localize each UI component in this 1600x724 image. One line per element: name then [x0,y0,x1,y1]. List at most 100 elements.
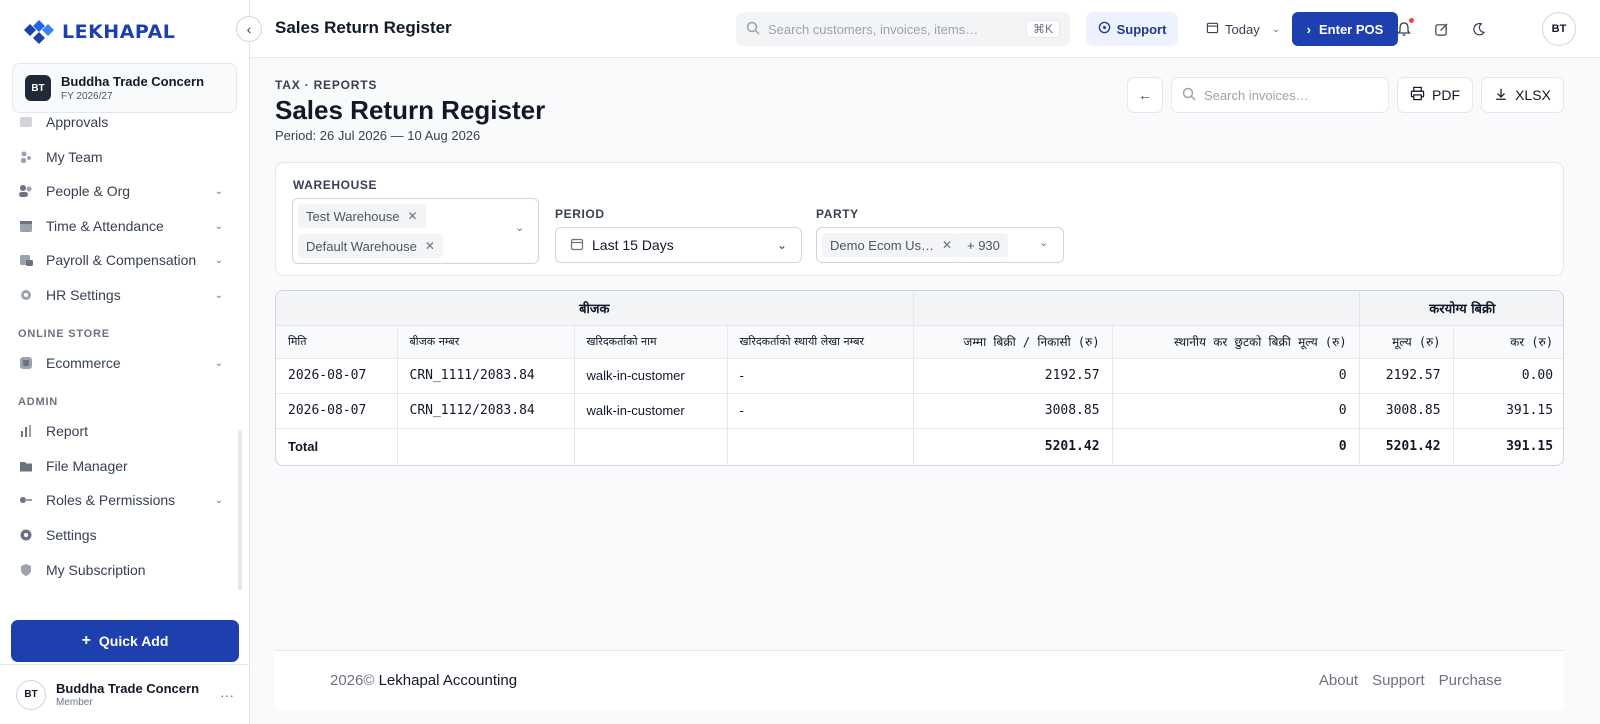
cell-tax: 0.00 [1453,358,1563,394]
user-menu[interactable]: BT Buddha Trade Concern Member ··· [0,664,250,724]
table-row[interactable]: 2026-08-07 CRN_1112/2083.84 walk-in-cust… [276,393,1563,429]
column-header[interactable]: कर (रु) [1453,325,1563,359]
table-row[interactable]: 2026-08-07 CRN_1111/2083.84 walk-in-cust… [276,358,1563,394]
xlsx-button[interactable]: XLSX [1481,77,1564,113]
sidebar-item-label: HR Settings [46,287,121,303]
party-select[interactable]: Demo Ecom Us… ✕ + 930 ⌄ [816,227,1064,263]
cell-pan: - [727,358,914,394]
topbar: Sales Return Register ⌘K Support Today ⌄… [250,0,1600,58]
chip-label: + 930 [967,237,1000,253]
pdf-button[interactable]: PDF [1397,77,1473,113]
close-icon[interactable]: ✕ [942,238,952,252]
sidebar-item-file-manager[interactable]: File Manager [18,450,223,482]
register-table: बीजक करयोग्य बिक्री मिति बीजक नम्बर खरिद… [275,290,1564,466]
footer-link-support[interactable]: Support [1372,672,1425,689]
date-picker-button[interactable]: Today ⌄ [1200,12,1284,46]
today-label: Today [1225,21,1260,37]
close-icon[interactable]: ✕ [407,209,417,223]
column-header[interactable]: मिति [276,325,398,359]
cell-value: 3008.85 [1359,393,1454,429]
copyright-year: 2026© [330,672,375,689]
user-avatar-button[interactable]: BT [1542,12,1576,46]
sidebar-item-ecommerce[interactable]: Ecommerce ⌄ [18,347,223,379]
column-header[interactable]: मूल्य (रु) [1359,325,1454,359]
help-icon [1098,21,1111,37]
sidebar-item-report[interactable]: Report [18,415,223,447]
sidebar-item-approvals[interactable]: Approvals [18,115,223,138]
support-button[interactable]: Support [1086,12,1178,46]
column-header[interactable]: स्थानीय कर छुटको बिक्री मूल्य (रु) [1112,325,1360,359]
cell-invoice-number[interactable]: CRN_1112/2083.84 [397,393,575,429]
gear-icon [18,527,34,543]
people-icon [18,183,34,199]
main-content: TAX · REPORTS Sales Return Register Peri… [250,58,1600,724]
cell-pan: - [727,393,914,429]
org-switcher[interactable]: BT Buddha Trade Concern FY 2026/27 [12,63,237,113]
empty-cell [397,427,575,464]
total-tax: 391.15 [1453,427,1563,464]
avatar: BT [16,679,46,710]
chevron-down-icon: ⌄ [1039,237,1049,249]
quick-add-button[interactable]: + Quick Add [11,620,239,662]
sidebar-item-label: File Manager [46,458,128,474]
global-search[interactable]: ⌘K [736,12,1070,46]
search-icon [1182,87,1196,104]
column-header[interactable]: जम्मा बिक्री / निकासी (रु) [913,325,1113,359]
column-header[interactable]: खरिदकर्ताको नाम [574,325,728,359]
chart-icon [18,423,34,439]
sidebar-item-time-attendance[interactable]: Time & Attendance ⌄ [18,210,223,242]
sidebar-item-my-subscription[interactable]: My Subscription [18,554,223,586]
search-shortcut: ⌘K [1025,20,1060,38]
theme-toggle-button[interactable] [1465,16,1491,42]
footer-link-purchase[interactable]: Purchase [1439,672,1502,689]
enter-pos-button[interactable]: › Enter POS [1292,12,1398,46]
user-role: Member [56,697,93,708]
chevron-down-icon: ⌄ [214,185,223,197]
warehouse-chip: Default Warehouse ✕ [298,234,443,258]
copyright: 2026© Lekhapal Accounting [330,672,517,689]
sidebar-item-roles-permissions[interactable]: Roles & Permissions ⌄ [18,484,223,516]
cell-invoice-number[interactable]: CRN_1111/2083.84 [397,358,575,394]
column-header[interactable]: बीजक नम्बर [397,325,575,359]
invoice-search-input[interactable] [1204,87,1380,103]
sidebar-item-payroll[interactable]: Payroll & Compensation ⌄ [18,244,223,276]
org-fiscal-year: FY 2026/27 [61,91,113,102]
pdf-label: PDF [1432,87,1460,103]
sidebar-item-my-team[interactable]: My Team [18,141,223,173]
sidebar-item-people-org[interactable]: People & Org ⌄ [18,175,223,207]
party-chip: Demo Ecom Us… ✕ [822,233,961,257]
logo[interactable]: LEKHAPAL [22,20,175,44]
chevron-left-icon: ‹ [246,21,252,37]
breadcrumb: TAX · REPORTS [275,78,378,92]
party-more-chip: + 930 [959,233,1008,257]
empty-cell [727,427,914,464]
cell-date: 2026-08-07 [276,358,398,394]
close-icon[interactable]: ✕ [425,239,435,253]
notifications-button[interactable] [1391,16,1417,42]
sidebar-item-label: Settings [46,527,97,543]
back-button[interactable]: ← [1127,77,1163,113]
bell-icon [1397,22,1411,36]
column-header[interactable]: खरिदकर्ताको स्थायी लेखा नम्बर [727,325,914,359]
total-value: 5201.42 [1359,427,1454,464]
arrow-left-icon: ← [1138,87,1152,103]
sidebar-item-hr-settings[interactable]: HR Settings ⌄ [18,279,223,311]
party-label: PARTY [816,207,859,221]
section-admin: ADMIN [18,396,59,408]
open-external-button[interactable] [1428,16,1454,42]
collapse-sidebar-button[interactable]: ‹ [236,16,262,42]
chevron-right-icon: › [1306,21,1312,37]
footer-link-about[interactable]: About [1319,672,1358,689]
sidebar-item-settings[interactable]: Settings [18,519,223,551]
invoice-search[interactable] [1171,77,1389,113]
more-icon[interactable]: ··· [220,687,234,703]
search-input[interactable] [768,21,1018,37]
group-header-taxable: करयोग्य बिक्री [1359,291,1563,326]
cell-total: 2192.57 [913,358,1113,394]
calendar-icon [1206,21,1219,37]
sidebar-scrollbar[interactable] [238,430,242,590]
chip-label: Test Warehouse [306,208,400,224]
topbar-title: Sales Return Register [275,18,452,37]
period-select[interactable]: Last 15 Days ⌄ [555,227,802,263]
warehouse-select[interactable]: Test Warehouse ✕ Default Warehouse ✕ ⌄ [292,198,539,264]
